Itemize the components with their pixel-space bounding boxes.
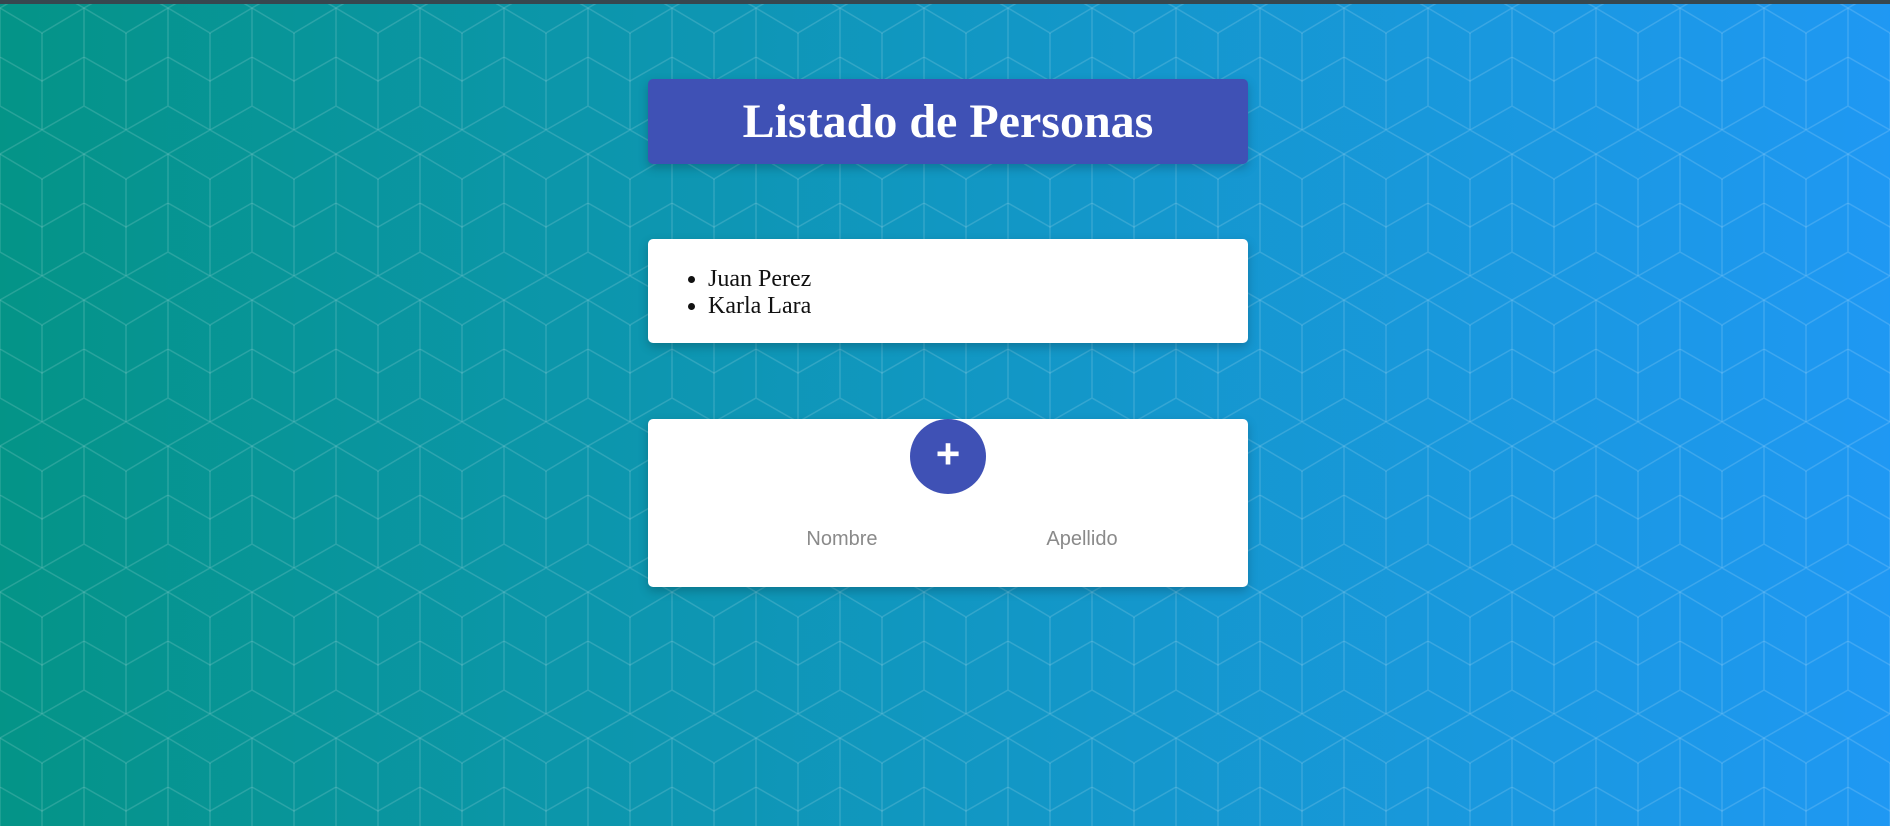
people-list-card: Juan Perez Karla Lara bbox=[648, 239, 1248, 343]
plus-icon: + bbox=[935, 429, 961, 477]
page-title: Listado de Personas bbox=[742, 94, 1154, 148]
last-name-input[interactable] bbox=[982, 525, 1182, 553]
list-item: Karla Lara bbox=[708, 293, 1248, 320]
header-card: Listado de Personas bbox=[648, 79, 1248, 164]
add-person-form: + bbox=[648, 419, 1248, 587]
add-person-button[interactable]: + bbox=[910, 419, 986, 494]
first-name-input[interactable] bbox=[742, 525, 942, 553]
list-item: Juan Perez bbox=[708, 266, 1248, 293]
people-list: Juan Perez Karla Lara bbox=[648, 266, 1248, 320]
